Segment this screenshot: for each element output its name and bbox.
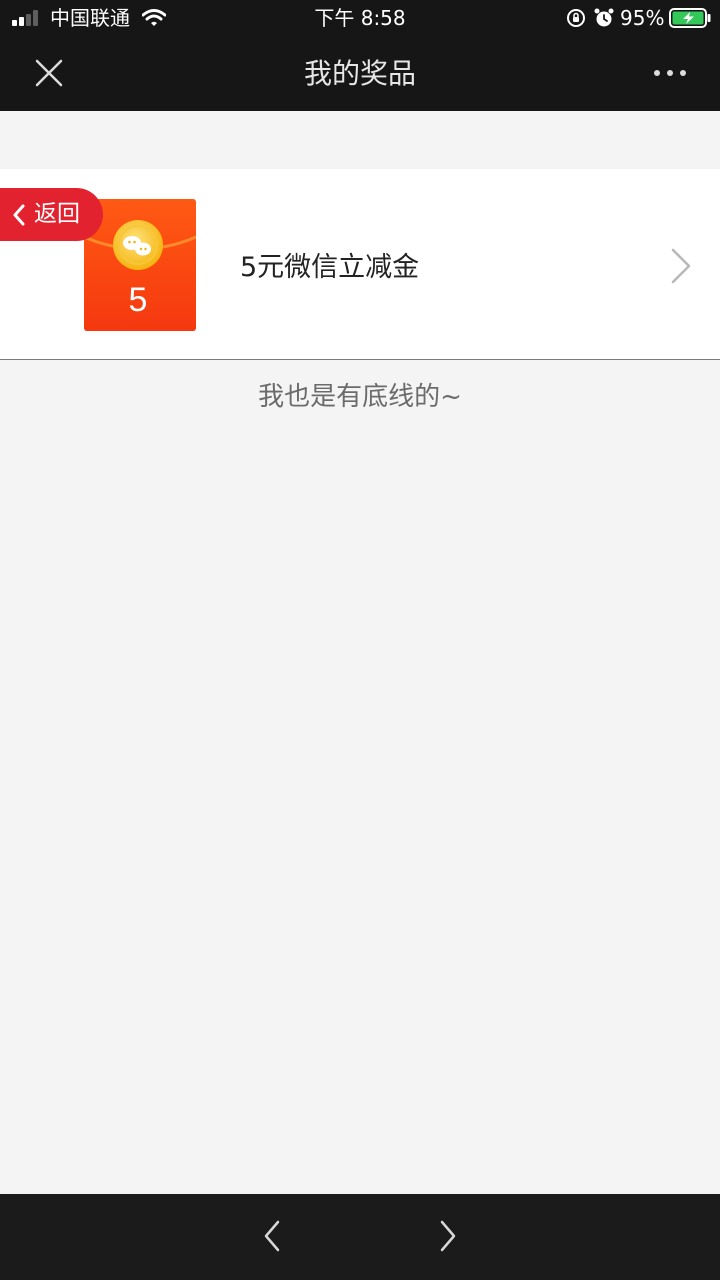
forward-arrow-icon[interactable]	[434, 1218, 462, 1254]
prize-item[interactable]: 5 5元微信立减金	[0, 169, 720, 360]
status-bar: 中国联通 下午 8:58 95%	[0, 0, 720, 36]
envelope-amount: 5	[129, 281, 148, 319]
orientation-lock-icon	[567, 9, 585, 27]
back-button-label: 返回	[34, 201, 80, 227]
end-of-list-note: 我也是有底线的~	[258, 382, 462, 412]
browser-toolbar	[0, 1194, 720, 1280]
nav-bar: 我的奖品	[0, 36, 720, 111]
more-dots-icon[interactable]	[652, 64, 688, 82]
alarm-icon	[594, 8, 614, 27]
page-title: 我的奖品	[303, 57, 416, 90]
back-arrow-icon[interactable]	[258, 1218, 286, 1254]
back-button[interactable]: 返回	[0, 188, 103, 241]
battery-charging-icon	[669, 8, 711, 28]
chevron-left-icon	[13, 204, 25, 226]
prize-name: 5元微信立减金	[240, 252, 420, 283]
battery-percent: 95%	[620, 6, 665, 30]
chevron-right-icon	[671, 248, 691, 284]
